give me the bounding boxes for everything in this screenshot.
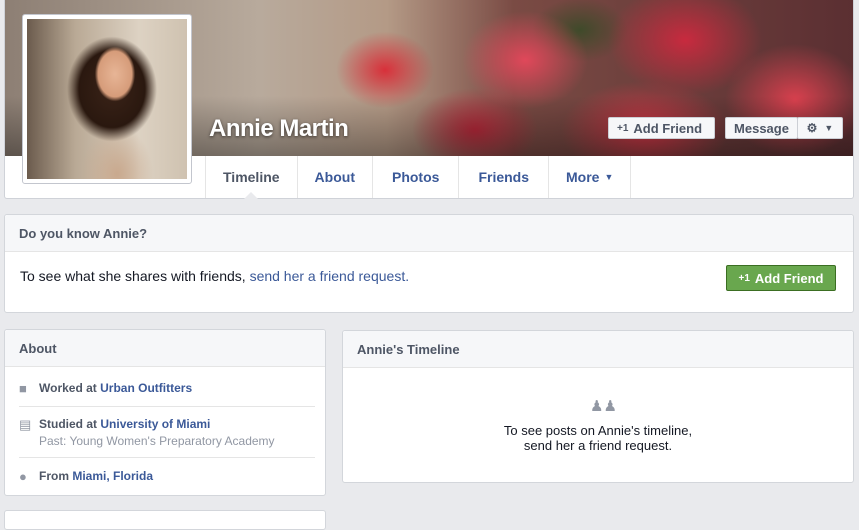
send-friend-request-link[interactable]: send her a friend request. xyxy=(250,268,410,284)
tab-photos[interactable]: Photos xyxy=(373,156,460,198)
about-title: About xyxy=(5,330,325,367)
message-button[interactable]: Message xyxy=(725,117,798,139)
do-you-know-text: To see what she shares with friends, xyxy=(20,268,246,284)
profile-header: Annie Martin +1 Add Friend Message ⚙ ▼ T… xyxy=(4,0,854,199)
profile-picture[interactable] xyxy=(22,14,192,184)
do-you-know-title: Do you know Annie? xyxy=(5,215,853,252)
tab-about[interactable]: About xyxy=(298,156,373,198)
briefcase-icon: ■ xyxy=(19,381,27,396)
tab-timeline[interactable]: Timeline xyxy=(206,156,298,199)
add-friend-button[interactable]: +1 Add Friend xyxy=(608,117,715,139)
timeline-card: Annie's Timeline ♟♟ To see posts on Anni… xyxy=(342,330,854,483)
chevron-down-icon: ▼ xyxy=(604,172,614,182)
profile-name[interactable]: Annie Martin xyxy=(209,115,349,143)
about-item-work: ■ Worked at Urban Outfitters xyxy=(19,381,193,396)
profile-photo-image xyxy=(27,19,187,179)
tab-friends[interactable]: Friends xyxy=(459,156,550,198)
friends-icon: ♟♟ xyxy=(590,398,617,415)
tab-more[interactable]: More ▼ xyxy=(549,156,632,198)
add-friend-icon: +1 xyxy=(738,272,750,284)
gear-icon: ⚙ xyxy=(806,121,818,135)
do-you-know-card: Do you know Annie? To see what she share… xyxy=(4,214,854,313)
profile-tabs: Timeline About Photos Friends More ▼ xyxy=(205,156,632,199)
chevron-down-icon: ▼ xyxy=(824,123,834,133)
about-item-education: ▤ Studied at University of Miami Past: Y… xyxy=(19,417,315,448)
work-link[interactable]: Urban Outfitters xyxy=(100,381,192,395)
divider xyxy=(19,457,315,458)
timeline-message-line1: To see posts on Annie's timeline, xyxy=(503,423,693,438)
add-friend-green-button[interactable]: +1 Add Friend xyxy=(726,265,836,291)
school-link[interactable]: University of Miami xyxy=(100,417,210,431)
hometown-link[interactable]: Miami, Florida xyxy=(72,469,153,483)
about-card: About ■ Worked at Urban Outfitters ▤ Stu… xyxy=(4,329,326,496)
timeline-title: Annie's Timeline xyxy=(343,331,853,368)
location-pin-icon: ● xyxy=(19,469,27,484)
school-icon: ▤ xyxy=(19,417,32,432)
past-school: Past: Young Women's Preparatory Academy xyxy=(39,434,275,448)
about-item-hometown: ● From Miami, Florida xyxy=(19,469,154,484)
options-menu-button[interactable]: ⚙ ▼ xyxy=(797,117,843,139)
add-friend-icon: +1 xyxy=(617,122,629,134)
next-card xyxy=(4,510,326,530)
divider xyxy=(19,406,315,407)
timeline-message-line2: send her a friend request. xyxy=(523,438,673,453)
